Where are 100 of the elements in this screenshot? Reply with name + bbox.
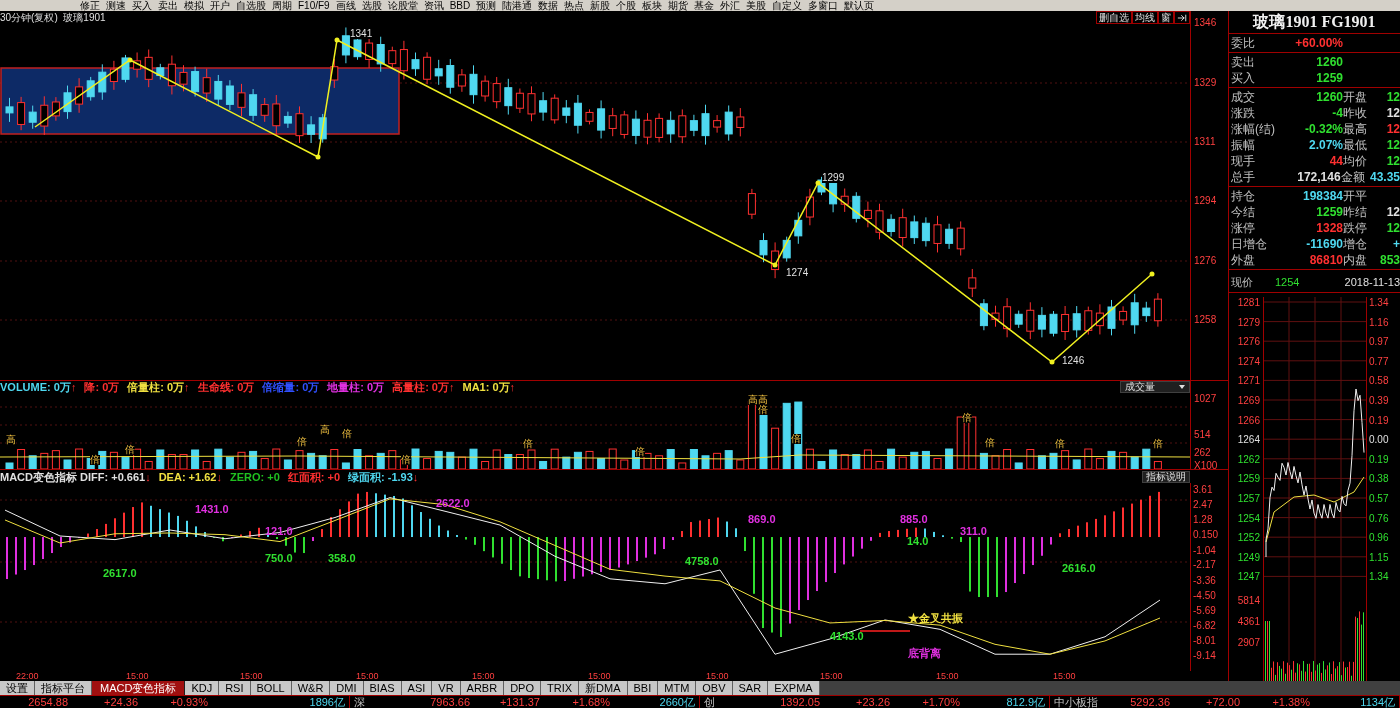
quote-label: 外盘 [1230, 253, 1256, 267]
indicator-tab[interactable]: DPO [504, 681, 541, 695]
indicator-value: MACD变色指标 DIFF: +0.661↓ [0, 470, 151, 483]
header-button[interactable]: 窗 [1158, 11, 1174, 24]
indicator-help-button[interactable]: 指标说明 [1142, 470, 1190, 483]
quote-value: 44 [1328, 154, 1343, 168]
toolbar-button[interactable]: 陆港通 [502, 0, 533, 11]
toolbar-button[interactable]: 周期 [272, 0, 292, 11]
macd-label: 358.0 [328, 552, 356, 564]
axis-label: -9.14 [1193, 651, 1216, 661]
toolbar-button[interactable]: 多窗口 [808, 0, 839, 11]
toolbar-button[interactable]: 美股 [746, 0, 767, 11]
toolbar-button[interactable]: 开户 [210, 0, 230, 11]
time-label: 15:00 [936, 671, 959, 681]
index-change: +24.36 [103, 696, 138, 708]
quote-value: -0.32% [1303, 122, 1343, 136]
toolbar-button[interactable]: 预测 [476, 0, 497, 11]
axis-label: 1266 [1236, 414, 1261, 428]
toolbar-button[interactable]: 模拟 [184, 0, 204, 11]
indicator-tab[interactable]: 指标平台 [35, 681, 92, 695]
toolbar-button[interactable]: 外汇 [720, 0, 741, 11]
indicator-value: 倍量柱: 0万↑ [127, 381, 190, 393]
volume-marker: 高 [320, 425, 330, 435]
index-change: +131.37 [498, 696, 540, 708]
toolbar-button[interactable]: 板块 [642, 0, 663, 11]
toolbar-button[interactable]: 修正 [80, 0, 100, 11]
volume-marker: 倍 [125, 445, 135, 455]
toolbar-button[interactable]: 数据 [538, 0, 559, 11]
indicator-tab[interactable]: DMI [330, 681, 364, 695]
indicator-tab[interactable]: SAR [732, 681, 769, 695]
quote-label: 涨幅(结) [1230, 122, 1275, 136]
header-button[interactable]: 均线 [1132, 11, 1158, 24]
axis-label: 1346 [1194, 17, 1217, 28]
toolbar-button[interactable]: 基金 [694, 0, 715, 11]
indicator-tab[interactable]: BIAS [363, 681, 402, 695]
price-annotation: 1246 [1062, 355, 1085, 366]
toolbar-button[interactable]: 默认页 [844, 0, 875, 11]
toolbar-button[interactable]: 资讯 [423, 0, 444, 11]
index-change: +23.26 [855, 696, 890, 708]
toolbar-button[interactable]: 买入 [132, 0, 152, 11]
indicator-tab[interactable]: 新DMA [579, 681, 628, 695]
indicator-tab[interactable]: KDJ [185, 681, 220, 695]
axis-label: 0.96 [1368, 532, 1390, 546]
toolbar-button[interactable]: 热点 [564, 0, 585, 11]
indicator-tab[interactable]: ASI [401, 681, 433, 695]
toolbar-button[interactable]: 自定义 [772, 0, 803, 11]
indicator-tab[interactable]: MACD变色指标 [92, 681, 186, 695]
toolbar-button[interactable]: 个股 [616, 0, 637, 11]
index-percent: +1.38% [1271, 696, 1310, 708]
volume-marker: 高高 [748, 395, 768, 405]
axis-label: -8.01 [1193, 636, 1216, 647]
quote-label: 卖出 [1230, 55, 1256, 69]
axis-label: -4.50 [1193, 590, 1216, 601]
time-label: 15:00 [240, 671, 263, 681]
axis-label: 1271 [1236, 375, 1261, 389]
indicator-value: 绿面积: -1.93↓ [348, 470, 419, 483]
quote-value: 12 [1385, 122, 1400, 136]
indicator-tab[interactable]: ARBR [460, 681, 505, 695]
indicator-tab[interactable]: EXPMA [768, 681, 820, 695]
indicator-tab[interactable]: 设置 [0, 681, 35, 695]
toolbar-button[interactable]: F10/F9 [298, 0, 330, 11]
quote-label: 金额 [1340, 170, 1366, 184]
price-annotation: 1274 [786, 267, 809, 278]
toolbar-button[interactable]: 自选股 [236, 0, 266, 11]
indicator-tab[interactable]: RSI [219, 681, 251, 695]
indicator-tab[interactable]: VR [432, 681, 461, 695]
indicator-tab[interactable]: TRIX [541, 681, 580, 695]
toolbar-button[interactable]: 画线 [335, 0, 356, 11]
header-button[interactable]: 删自选 [1096, 11, 1132, 24]
toolbar-button[interactable]: 选股 [361, 0, 382, 11]
quote-value: 12 [1385, 221, 1400, 235]
quote-label: 振幅 [1230, 138, 1256, 152]
axis-label: 0.150 [1193, 530, 1219, 541]
toolbar-button[interactable]: 卖出 [158, 0, 178, 11]
index-name: 中小板指 [1054, 696, 1099, 708]
quote-value: 12 [1385, 106, 1400, 120]
axis-label: 1249 [1236, 551, 1261, 565]
collapse-button[interactable] [1174, 11, 1190, 24]
macd-label: 750.0 [265, 552, 293, 564]
indicator-tab[interactable]: MTM [658, 681, 697, 695]
macd-label: 2622.0 [436, 497, 470, 509]
indicator-tab[interactable]: BBI [627, 681, 659, 695]
toolbar-button[interactable]: BBD [449, 0, 471, 11]
indicator-value: 生命线: 0万 [197, 381, 255, 393]
toolbar-button[interactable]: 期货 [668, 0, 689, 11]
indicator-tab[interactable]: W&R [291, 681, 331, 695]
axis-label: X100 [1194, 460, 1218, 471]
toolbar-button[interactable]: 新股 [590, 0, 611, 11]
axis-label: 1259 [1236, 473, 1261, 487]
indicator-dropdown[interactable]: 成交量 [1120, 381, 1190, 393]
toolbar-button[interactable]: 论股堂 [387, 0, 418, 11]
toolbar-button[interactable]: 测速 [106, 0, 126, 11]
volume-marker: 倍 [962, 413, 972, 423]
arrow-to-line-icon [1177, 12, 1187, 23]
indicator-tab[interactable]: OBV [696, 681, 733, 695]
quote-value: -4 [1331, 106, 1343, 120]
axis-label: 5814 [1236, 594, 1261, 608]
indicator-tab[interactable]: BOLL [250, 681, 292, 695]
index-amount: 812.9亿 [1005, 696, 1045, 708]
quote-value: + [1392, 237, 1400, 251]
